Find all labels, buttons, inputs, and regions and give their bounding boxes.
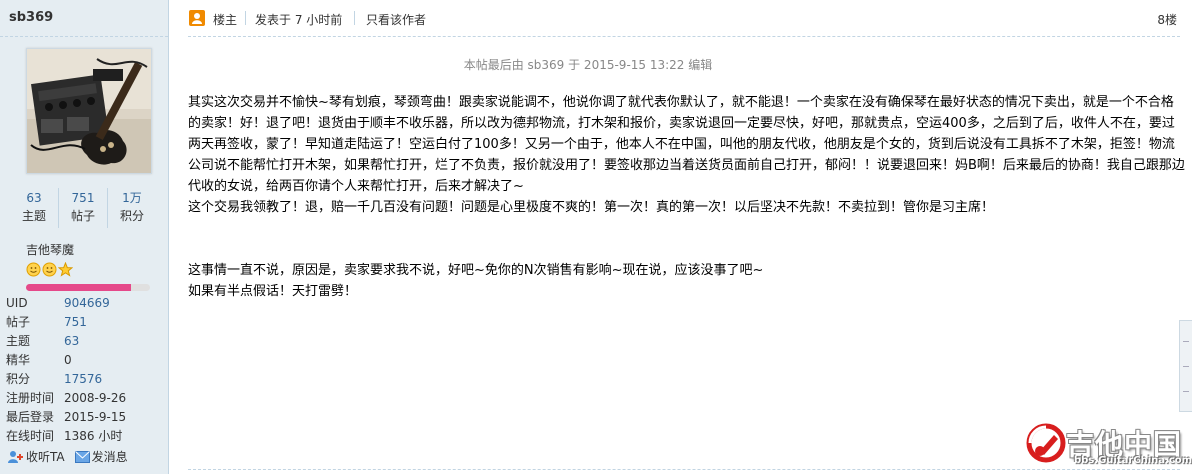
tab-mark [1183,341,1189,342]
separator [354,11,355,25]
info-row: UID 904669 [6,294,126,313]
rank-progress-fill [26,284,132,291]
stat-label: 主题 [21,209,46,223]
divider [0,36,168,37]
info-value: 1386 小时 [64,429,123,443]
post-bottom-divider [188,469,1180,470]
tab-mark [1183,391,1189,392]
info-value[interactable]: 751 [64,313,87,332]
info-key: 精华 [6,353,31,367]
post-paragraph: 其实这次交易并不愉快~琴有划痕，琴颈弯曲！跟卖家说能调不，他说你调了就代表你默认… [188,95,1185,194]
info-row: 主题 63 [6,332,126,351]
info-row: 注册时间 2008-9-26 [6,389,126,408]
message-button[interactable]: 发消息 [74,448,128,465]
rank-stars [26,262,73,278]
follow-button[interactable]: 收听TA [8,448,65,465]
watermark-url: bbs.GuitarChina.com [1074,455,1192,466]
username[interactable]: sb369 [9,10,53,25]
stat-value: 1万 [122,191,142,205]
post-content: 其实这次交易并不愉快~琴有划痕，琴颈弯曲！跟卖家说能调不，他说你调了就代表你默认… [188,92,1186,302]
star-icon [58,262,73,277]
edit-note-container: 本帖最后由 sb369 于 2015-9-15 13:22 编辑 [0,56,1192,73]
online-status-icon [189,10,205,26]
user-group[interactable]: 吉他琴魔 [26,241,74,258]
info-row: 帖子 751 [6,313,126,332]
sun-icon [42,262,57,277]
info-key: 在线时间 [6,429,55,443]
info-key: 帖子 [6,315,31,329]
info-value: 2008-9-26 [64,391,127,405]
stat-posts[interactable]: 751 帖子 [58,188,107,228]
edit-note: 本帖最后由 sb369 于 2015-9-15 13:22 编辑 [463,58,713,72]
guitar-logo-icon [1026,423,1066,463]
stat-label: 帖子 [70,209,95,223]
info-row: 最后登录 2015-9-15 [6,408,126,427]
info-value[interactable]: 17576 [64,370,102,389]
stat-points[interactable]: 1万 积分 [107,188,156,228]
user-stats: 63 主题 751 帖子 1万 积分 [10,188,156,228]
info-value[interactable]: 904669 [64,294,110,313]
info-key: 主题 [6,334,31,348]
post-paragraph: 这事情一直不说，原因是，卖家要求我不说，好吧~免你的N次销售有影响~现在说，应该… [188,263,764,278]
side-scroll-tab[interactable] [1179,320,1192,412]
info-value: 0 [64,353,72,367]
info-key: 最后登录 [6,410,55,424]
user-actions: 收听TA 发消息 [8,448,128,465]
tab-mark [1183,366,1189,367]
separator [245,11,246,25]
post-paragraph: 如果有半点假话！天打雷劈！ [188,284,358,299]
stat-value: 63 [26,191,42,205]
follow-icon [8,450,23,463]
post-time: 发表于 7 小时前 [255,13,343,27]
info-row: 精华 0 [6,351,126,370]
rank-progress-bar [26,284,150,291]
sun-icon [26,262,41,277]
info-key: 积分 [6,372,31,386]
info-row: 积分 17576 [6,370,126,389]
only-author-link[interactable]: 只看该作者 [366,11,426,28]
follow-label: 收听TA [26,450,65,464]
info-key: UID [6,296,28,310]
stat-value: 751 [71,191,95,205]
site-watermark: 吉他中国 bbs.GuitarChina.com [1024,419,1192,469]
floor-number[interactable]: 8楼 [1157,11,1177,28]
author-badge: 楼主 [213,13,238,27]
message-label: 发消息 [91,450,128,464]
post-paragraph: 这个交易我领教了！退，赔一千几百没有问题！问题是心里极度不爽的！第一次！真的第一… [188,200,995,215]
user-info-list: UID 904669 帖子 751 主题 63 精华 0 积分 17576 注册… [6,294,126,446]
post-header: 楼主 发表于 7 小时前 只看该作者 8楼 [188,0,1180,37]
info-value[interactable]: 63 [64,332,79,351]
stat-threads[interactable]: 63 主题 [10,188,58,228]
envelope-icon [74,450,90,463]
info-value: 2015-9-15 [64,410,127,424]
info-row: 在线时间 1386 小时 [6,427,126,446]
stat-label: 积分 [119,209,144,223]
info-key: 注册时间 [6,391,55,405]
